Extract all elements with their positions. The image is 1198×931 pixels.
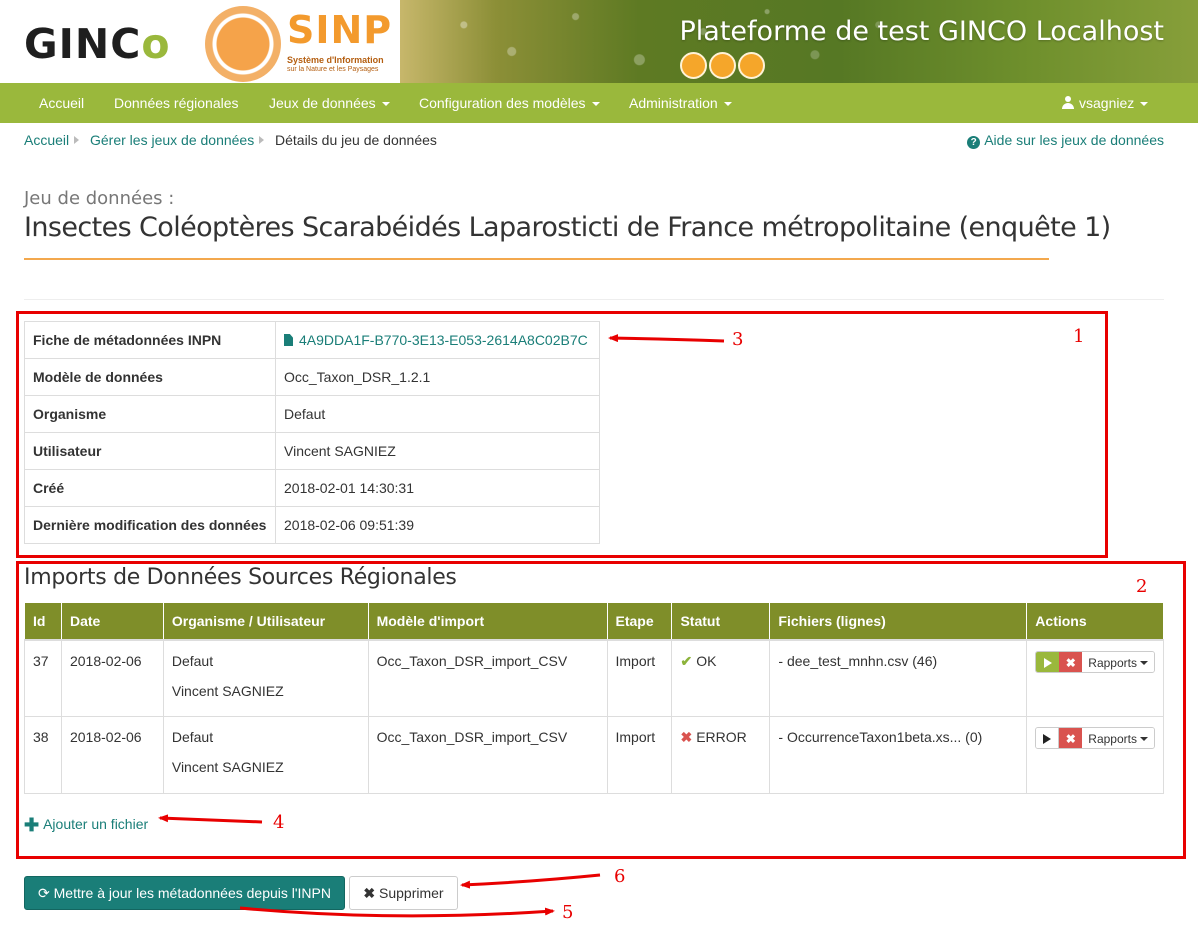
delete-dataset-label: Supprimer	[379, 885, 444, 901]
help-link[interactable]: ? Aide sur les jeux de données	[967, 132, 1164, 149]
annotation-number: 5	[562, 902, 574, 923]
sinp-subtitle: Système d'Information	[287, 55, 384, 65]
help-link-label: Aide sur les jeux de données	[984, 132, 1164, 148]
annotation-box-1	[16, 311, 1108, 558]
update-metadata-button[interactable]: ⟳ Mettre à jour les métadonnées depuis l…	[24, 876, 345, 910]
breadcrumb-gerer-jeux[interactable]: Gérer les jeux de données	[90, 132, 254, 148]
logo-text-gin: GIN	[24, 20, 111, 68]
breadcrumb-separator-icon	[74, 136, 79, 144]
title-underline	[24, 258, 1049, 260]
refresh-icon: ⟳	[38, 885, 54, 901]
nav-accueil[interactable]: Accueil	[39, 83, 84, 123]
caret-down-icon	[1140, 102, 1149, 107]
caret-down-icon	[381, 102, 390, 107]
sinp-seal-logo	[205, 6, 281, 82]
update-metadata-label: Mettre à jour les métadonnées depuis l'I…	[53, 885, 331, 901]
user-menu[interactable]: vsagniez	[1062, 83, 1149, 123]
sinp-logo-text: SINP	[287, 8, 393, 52]
logo-text-o: o	[141, 20, 171, 68]
nav-donnees-regionales[interactable]: Données régionales	[114, 83, 239, 123]
main-navbar: Accueil Données régionales Jeux de donné…	[0, 83, 1198, 123]
nav-configuration-modeles[interactable]: Configuration des modèles	[419, 83, 600, 123]
logo-text-c: C	[110, 20, 142, 68]
breadcrumb-current: Détails du jeu de données	[275, 132, 437, 148]
circle-icon	[738, 52, 765, 79]
platform-title: Plateforme de test GINCO Localhost	[679, 16, 1164, 47]
nav-administration[interactable]: Administration	[629, 83, 732, 123]
annotation-number: 1	[1073, 326, 1085, 347]
breadcrumb-accueil[interactable]: Accueil	[24, 132, 69, 148]
circle-icon	[709, 52, 736, 79]
nature-circle-icons	[680, 52, 765, 79]
caret-down-icon	[591, 102, 600, 107]
username: vsagniez	[1079, 95, 1135, 111]
annotation-arrow	[460, 873, 601, 889]
question-icon: ?	[967, 136, 981, 149]
delete-dataset-button[interactable]: ✖ Supprimer	[349, 876, 458, 910]
nav-label: Jeux de données	[269, 95, 376, 111]
annotation-number: 4	[273, 812, 285, 833]
page-title: Insectes Coléoptères Scarabéidés Laparos…	[24, 212, 1111, 243]
close-icon: ✖	[363, 885, 380, 901]
user-icon	[1062, 96, 1074, 109]
annotation-number: 6	[614, 866, 626, 887]
nav-jeux-de-donnees[interactable]: Jeux de données	[269, 83, 390, 123]
caret-down-icon	[723, 102, 732, 107]
circle-icon	[680, 52, 707, 79]
header-banner: GINCo SINP Système d'Information sur la …	[0, 0, 1198, 83]
breadcrumb-separator-icon	[259, 136, 264, 144]
annotation-box-2	[16, 561, 1186, 859]
nav-label: Configuration des modèles	[419, 95, 586, 111]
nav-label: Administration	[629, 95, 718, 111]
sinp-subtitle-2: sur la Nature et les Paysages	[287, 66, 379, 73]
page-subtitle: Jeu de données :	[24, 188, 175, 209]
ginco-logo[interactable]: GINCo	[24, 20, 171, 68]
annotation-number: 2	[1136, 576, 1148, 597]
divider	[24, 299, 1164, 300]
annotation-number: 3	[732, 329, 744, 350]
